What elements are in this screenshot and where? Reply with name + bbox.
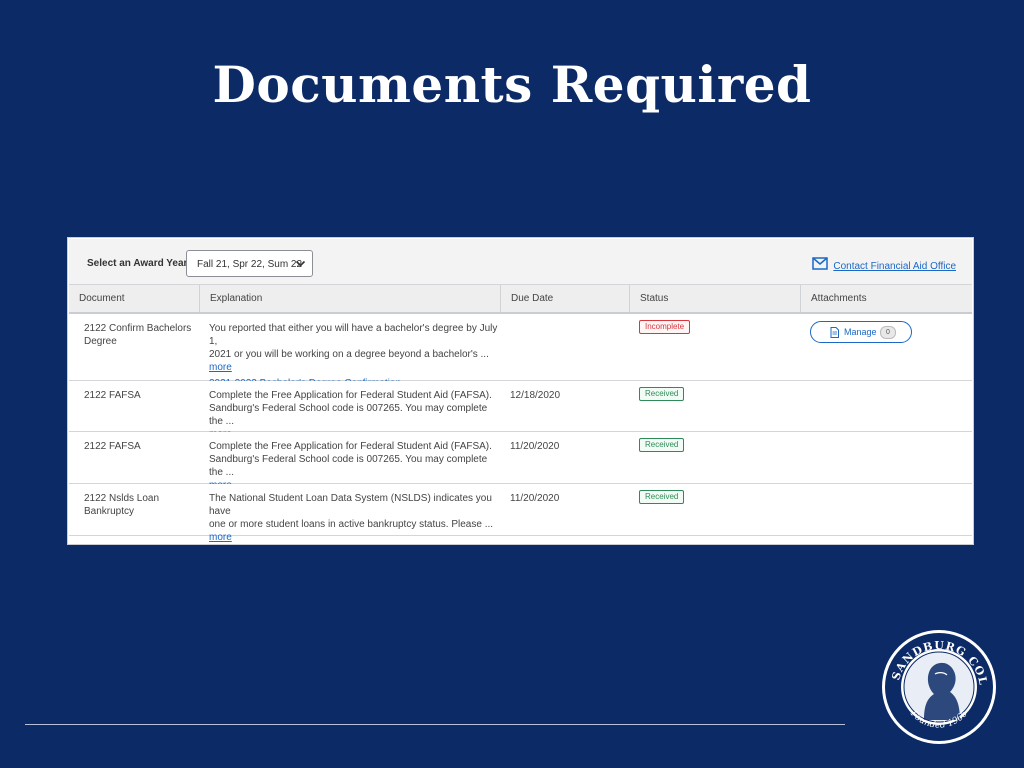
explanation-line: Sandburg's Federal School code is 007265… xyxy=(209,454,488,478)
explanation-line: Complete the Free Application for Federa… xyxy=(209,390,492,401)
award-year-value: Fall 21, Spr 22, Sum 22 xyxy=(197,259,303,270)
document-line: 2122 Nslds Loan xyxy=(84,493,160,504)
college-seal-logo: CARL SANDBURG COLLEGE Founded 1966 xyxy=(874,618,998,746)
document-line: 2122 Confirm Bachelors xyxy=(84,323,192,334)
slide-title: Documents Required xyxy=(212,55,812,114)
status-badge: Received xyxy=(639,387,685,401)
status-badge: Incomplete xyxy=(639,320,691,334)
document-line: Degree xyxy=(84,336,117,347)
attachment-count-badge: 0 xyxy=(880,326,896,339)
status-badge: Received xyxy=(639,490,685,504)
document-icon xyxy=(830,327,839,340)
due-date: 11/20/2020 xyxy=(510,441,560,452)
explanation-line: 2021 or you will be working on a degree … xyxy=(209,349,489,360)
column-header-attachments[interactable]: Attachments xyxy=(801,285,974,312)
due-date: 12/18/2020 xyxy=(510,390,561,401)
status-cell: Incomplete xyxy=(639,320,691,334)
more-link[interactable]: more xyxy=(209,532,232,543)
document-name: 2122 FAFSA xyxy=(84,389,194,402)
contact-link[interactable]: Contact Financial Aid Office xyxy=(833,261,956,272)
envelope-icon xyxy=(812,257,829,275)
documents-panel: Select an Award Year: Fall 21, Spr 22, S… xyxy=(67,237,974,545)
table-row: 2122 Confirm Bachelors Degree You report… xyxy=(69,314,972,389)
column-header-explanation[interactable]: Explanation xyxy=(200,285,501,312)
chevron-down-icon xyxy=(295,258,306,272)
explanation-line: You reported that either you will have a… xyxy=(209,323,498,347)
document-line: Bankruptcy xyxy=(84,506,135,517)
column-header-document[interactable]: Document xyxy=(69,285,200,312)
status-cell: Received xyxy=(639,387,685,401)
explanation: You reported that either you will have a… xyxy=(209,322,499,390)
table-row: 2122 FAFSA Complete the Free Application… xyxy=(69,381,972,440)
manage-label: Manage xyxy=(844,327,877,337)
explanation-line: one or more student loans in active bank… xyxy=(209,519,494,530)
award-year-label: Select an Award Year: xyxy=(87,258,191,269)
explanation-line: Sandburg's Federal School code is 007265… xyxy=(209,403,488,427)
manage-attachments-button[interactable]: Manage 0 xyxy=(810,321,912,343)
contact-financial-aid[interactable]: Contact Financial Aid Office xyxy=(812,256,956,272)
explanation-line: The National Student Loan Data System (N… xyxy=(209,493,492,517)
column-header-status[interactable]: Status xyxy=(630,285,801,312)
status-badge: Received xyxy=(639,438,685,452)
document-name: 2122 Confirm Bachelors Degree xyxy=(84,322,194,348)
award-year-select[interactable]: Fall 21, Spr 22, Sum 22 xyxy=(186,250,313,277)
table-row: 2122 Nslds Loan Bankruptcy The National … xyxy=(69,484,972,543)
explanation-line: Complete the Free Application for Federa… xyxy=(209,441,492,452)
due-date: 11/20/2020 xyxy=(510,493,560,504)
status-cell: Received xyxy=(639,490,685,504)
status-cell: Received xyxy=(639,438,685,452)
document-line: 2122 FAFSA xyxy=(84,390,141,401)
table-header: Document Explanation Due Date Status Att… xyxy=(69,285,972,314)
document-line: 2122 FAFSA xyxy=(84,441,141,452)
document-name: 2122 Nslds Loan Bankruptcy xyxy=(84,492,194,518)
footer-divider xyxy=(25,724,845,725)
column-header-due-date[interactable]: Due Date xyxy=(501,285,630,312)
toolbar: Select an Award Year: Fall 21, Spr 22, S… xyxy=(69,239,972,285)
explanation: The National Student Loan Data System (N… xyxy=(209,492,499,544)
table-row: 2122 FAFSA Complete the Free Application… xyxy=(69,432,972,491)
document-name: 2122 FAFSA xyxy=(84,440,194,453)
more-link[interactable]: more xyxy=(209,362,232,373)
